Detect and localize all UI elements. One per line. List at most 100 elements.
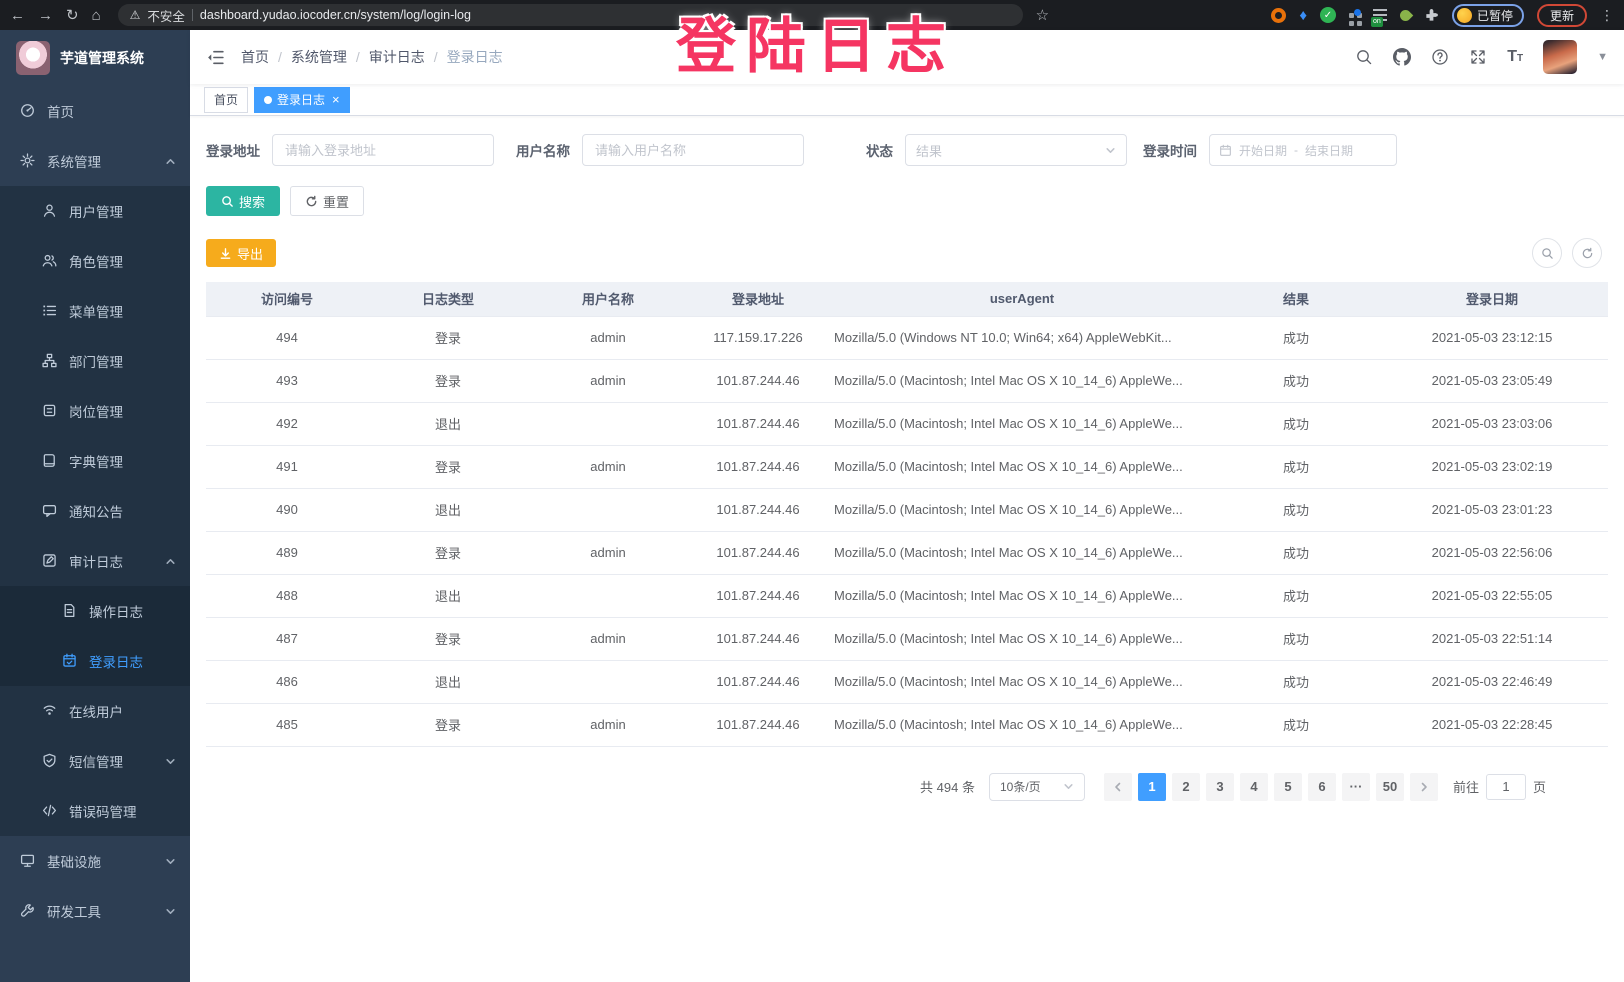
sidebar-item-user-management[interactable]: 用户管理 — [0, 186, 190, 236]
sidebar-item-label: 操作日志 — [89, 601, 143, 621]
sidebar-item-label: 研发工具 — [47, 901, 101, 921]
table-row[interactable]: 491登录admin101.87.244.46Mozilla/5.0 (Maci… — [206, 445, 1608, 488]
toggle-search-button[interactable] — [1532, 238, 1562, 268]
cell-user-agent: Mozilla/5.0 (Macintosh; Intel Mac OS X 1… — [828, 574, 1216, 617]
user-avatar[interactable] — [1543, 40, 1577, 74]
search-icon[interactable] — [1355, 48, 1373, 66]
sidebar-item-login-log[interactable]: 登录日志 — [0, 636, 190, 686]
app-logo[interactable]: 芋道管理系统 — [0, 30, 190, 86]
table-row[interactable]: 489登录admin101.87.244.46Mozilla/5.0 (Maci… — [206, 531, 1608, 574]
chevron-down-icon — [165, 906, 176, 917]
chevron-left-icon — [1113, 782, 1123, 792]
sidebar-item-audit-log[interactable]: 审计日志 — [0, 536, 190, 586]
next-page-button[interactable] — [1410, 773, 1438, 801]
browser-menu-kebab-icon[interactable]: ⋮ — [1600, 8, 1614, 22]
browser-forward-icon[interactable]: → — [38, 8, 53, 23]
export-button[interactable]: 导出 — [206, 239, 276, 267]
search-button[interactable]: 搜索 — [206, 186, 280, 216]
extension-diamond-icon[interactable]: ♦ — [1299, 7, 1307, 24]
table-row[interactable]: 486退出101.87.244.46Mozilla/5.0 (Macintosh… — [206, 660, 1608, 703]
sidebar-item-error-code-management[interactable]: 错误码管理 — [0, 786, 190, 836]
page-button-1[interactable]: 1 — [1138, 773, 1166, 801]
extension-leaf-icon[interactable] — [1398, 7, 1414, 23]
browser-update-button[interactable]: 更新 — [1537, 4, 1587, 27]
docs-question-icon[interactable] — [1431, 48, 1449, 66]
users-icon — [42, 253, 58, 269]
sms-shield-icon — [42, 753, 58, 769]
prev-page-button[interactable] — [1104, 773, 1132, 801]
breadcrumb-audit-log[interactable]: 审计日志 — [369, 47, 425, 67]
browser-reload-icon[interactable]: ↻ — [66, 8, 79, 23]
tab-login-log[interactable]: 登录日志 × — [254, 87, 350, 113]
table-row[interactable]: 492退出101.87.244.46Mozilla/5.0 (Macintosh… — [206, 402, 1608, 445]
sidebar-item-menu-management[interactable]: 菜单管理 — [0, 286, 190, 336]
tab-home-label: 首页 — [214, 91, 238, 108]
cell-type: 登录 — [368, 703, 528, 746]
sidebar-item-infrastructure[interactable]: 基础设施 — [0, 836, 190, 886]
sidebar-item-role-management[interactable]: 角色管理 — [0, 236, 190, 286]
table-row[interactable]: 488退出101.87.244.46Mozilla/5.0 (Macintosh… — [206, 574, 1608, 617]
fullscreen-icon[interactable] — [1469, 48, 1487, 66]
username-input[interactable] — [582, 134, 804, 166]
table-row[interactable]: 487登录admin101.87.244.46Mozilla/5.0 (Maci… — [206, 617, 1608, 660]
filter-actions: 搜索 重置 — [206, 186, 1608, 216]
login-time-range-picker[interactable]: 开始日期 - 结束日期 — [1209, 134, 1397, 166]
goto-page-input[interactable] — [1486, 774, 1526, 800]
page-button-3[interactable]: 3 — [1206, 773, 1234, 801]
github-icon[interactable] — [1393, 48, 1411, 66]
sidebar-item-online-users[interactable]: 在线用户 — [0, 686, 190, 736]
search-icon — [1541, 247, 1554, 260]
chevron-up-icon — [165, 156, 176, 167]
sidebar-item-home[interactable]: 首页 — [0, 86, 190, 136]
bookmark-star-icon[interactable]: ☆ — [1036, 8, 1049, 23]
browser-home-icon[interactable]: ⌂ — [92, 8, 101, 23]
status-select[interactable]: 结果 — [905, 134, 1127, 166]
url-text[interactable]: dashboard.yudao.iocoder.cn/system/log/lo… — [200, 8, 471, 22]
sidebar-item-notice[interactable]: 通知公告 — [0, 486, 190, 536]
sidebar-item-sms-management[interactable]: 短信管理 — [0, 736, 190, 786]
table-row[interactable]: 494登录admin117.159.17.226Mozilla/5.0 (Win… — [206, 316, 1608, 359]
tab-home[interactable]: 首页 — [204, 87, 248, 113]
table-toolbar: 导出 — [206, 238, 1608, 268]
browser-back-icon[interactable]: ← — [10, 8, 25, 23]
sidebar-collapse-button[interactable] — [206, 48, 225, 67]
extension-check-icon[interactable]: ✓ — [1320, 7, 1336, 23]
sidebar-item-post-management[interactable]: 岗位管理 — [0, 386, 190, 436]
table-row[interactable]: 485登录admin101.87.244.46Mozilla/5.0 (Maci… — [206, 703, 1608, 746]
refresh-table-button[interactable] — [1572, 238, 1602, 268]
breadcrumb-home[interactable]: 首页 — [241, 47, 269, 67]
column-header-id: 访问编号 — [206, 282, 368, 316]
breadcrumb: 首页/ 系统管理/ 审计日志/ 登录日志 — [241, 47, 503, 67]
table-row[interactable]: 490退出101.87.244.46Mozilla/5.0 (Macintosh… — [206, 488, 1608, 531]
sidebar-item-dev-tools[interactable]: 研发工具 — [0, 886, 190, 936]
page-button-5[interactable]: 5 — [1274, 773, 1302, 801]
not-secure-label[interactable]: 不安全 — [147, 6, 185, 25]
page-button-4[interactable]: 4 — [1240, 773, 1268, 801]
cell-user-agent: Mozilla/5.0 (Macintosh; Intel Mac OS X 1… — [828, 703, 1216, 746]
chevron-down-icon[interactable]: ▼ — [1597, 51, 1608, 63]
extension-list-icon[interactable]: on — [1373, 9, 1387, 22]
extensions-puzzle-icon[interactable] — [1424, 8, 1439, 23]
page-size-select[interactable]: 10条/页 — [989, 773, 1085, 801]
breadcrumb-system[interactable]: 系统管理 — [291, 47, 347, 67]
extension-grid-icon[interactable] — [1349, 13, 1354, 18]
cell-ip: 101.87.244.46 — [688, 574, 828, 617]
sidebar-item-system-management[interactable]: 系统管理 — [0, 136, 190, 186]
close-icon[interactable]: × — [332, 92, 340, 107]
browser-profile-chip[interactable]: 已暂停 — [1452, 4, 1524, 27]
login-address-input[interactable] — [272, 134, 494, 166]
page-button-50[interactable]: 50 — [1376, 773, 1404, 801]
sidebar-item-dept-management[interactable]: 部门管理 — [0, 336, 190, 386]
font-size-icon[interactable]: TT — [1507, 48, 1523, 66]
pager-ellipsis[interactable]: ··· — [1342, 773, 1370, 801]
reset-button[interactable]: 重置 — [290, 186, 364, 216]
table-row[interactable]: 493登录admin101.87.244.46Mozilla/5.0 (Maci… — [206, 359, 1608, 402]
sidebar-item-dict-management[interactable]: 字典管理 — [0, 436, 190, 486]
page-button-2[interactable]: 2 — [1172, 773, 1200, 801]
extension-ring-icon[interactable] — [1271, 8, 1286, 23]
sidebar-item-operation-log[interactable]: 操作日志 — [0, 586, 190, 636]
page-button-6[interactable]: 6 — [1308, 773, 1336, 801]
cell-user-agent: Mozilla/5.0 (Macintosh; Intel Mac OS X 1… — [828, 617, 1216, 660]
calendar-icon — [1219, 144, 1232, 157]
sidebar-menu: 首页系统管理用户管理角色管理菜单管理部门管理岗位管理字典管理通知公告审计日志操作… — [0, 86, 190, 936]
